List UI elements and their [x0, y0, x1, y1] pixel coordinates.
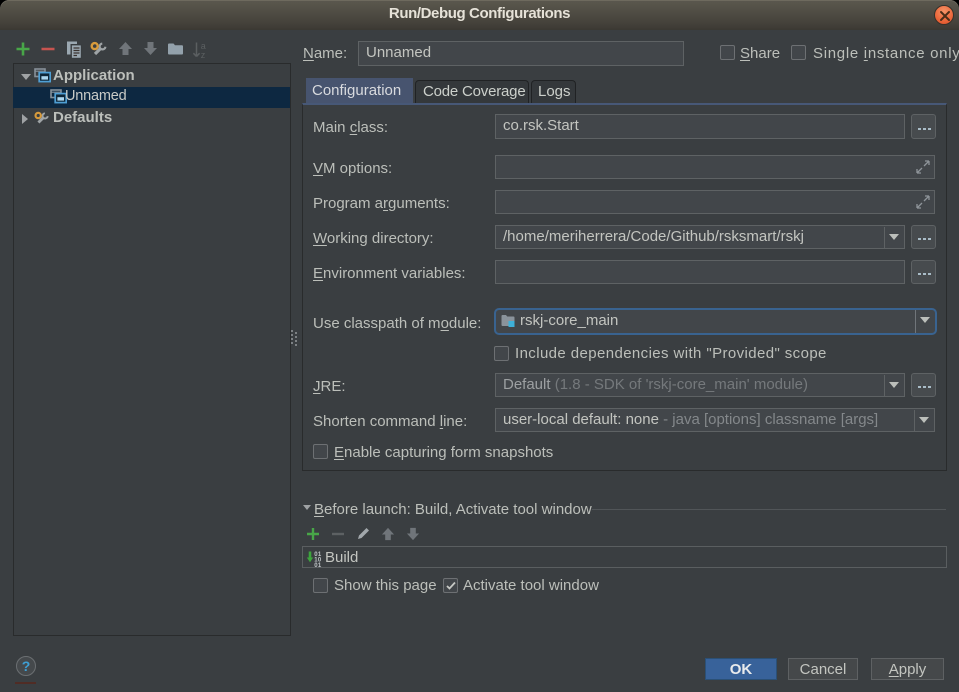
svg-text:z: z [201, 50, 206, 58]
svg-text:01: 01 [314, 563, 322, 567]
